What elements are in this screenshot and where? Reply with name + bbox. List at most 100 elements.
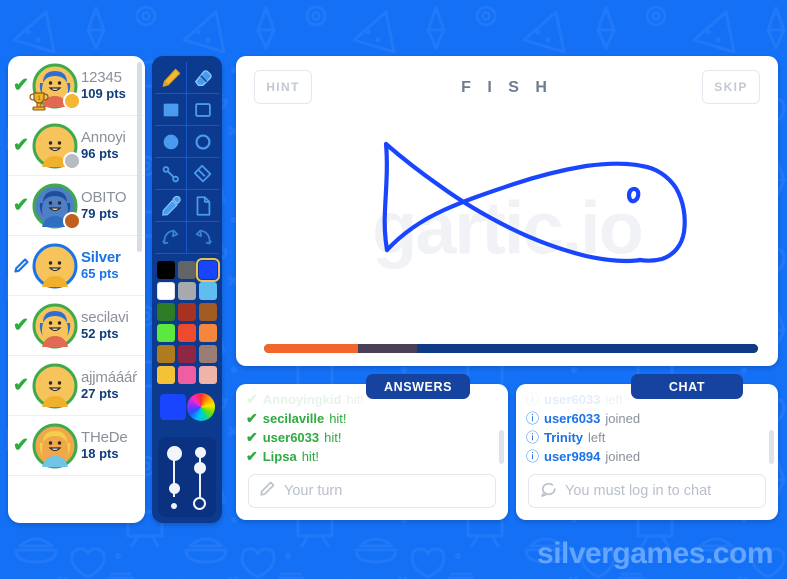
eraser-tool[interactable] xyxy=(187,62,219,94)
answer-message: ✔ secilaville hit! xyxy=(246,409,498,428)
slider-thumb[interactable] xyxy=(194,462,206,474)
player-points: 52 pts xyxy=(81,326,119,342)
outline-ellipse-tool[interactable] xyxy=(187,126,219,158)
avatar xyxy=(32,363,78,409)
color-swatch[interactable] xyxy=(178,366,196,384)
color-swatch[interactable] xyxy=(199,282,217,300)
message-author: user6033 xyxy=(544,392,601,407)
color-swatch[interactable] xyxy=(178,282,196,300)
message-action: hit! xyxy=(324,430,342,445)
eyedropper-tool[interactable] xyxy=(155,190,187,222)
player-meta: Silver 65 pts xyxy=(78,249,145,282)
player-row[interactable]: ✔ OBITO 79 pts xyxy=(8,176,145,236)
current-color-swatch[interactable] xyxy=(159,394,186,420)
brush-size-slider[interactable] xyxy=(162,445,186,511)
check-icon: ✔ xyxy=(246,391,258,407)
chat-input[interactable]: You must log in to chat xyxy=(528,474,766,508)
tab-chat[interactable]: CHAT xyxy=(631,374,743,399)
line-tool[interactable] xyxy=(155,158,187,190)
answer-input[interactable]: Your turn xyxy=(248,474,496,508)
chat-message: ⓘ Trinity left xyxy=(526,428,768,447)
filled-ellipse-tool[interactable] xyxy=(155,126,187,158)
guessed-check-icon: ✔ xyxy=(13,135,29,156)
outline-rectangle-tool[interactable] xyxy=(187,94,219,126)
player-row[interactable]: ✔ Annoyi 96 pts xyxy=(8,116,145,176)
color-swatch[interactable] xyxy=(178,261,196,279)
player-points: 109 pts xyxy=(81,86,126,102)
rank-coin-icon xyxy=(63,151,81,170)
answers-message-list[interactable]: ✔ Annoyingkid hit! ✔ secilaville hit! ✔ user603… xyxy=(246,390,498,472)
player-points: 79 pts xyxy=(81,206,119,222)
message-author: user6033 xyxy=(262,430,320,445)
undo-tool[interactable] xyxy=(155,222,187,254)
avatar xyxy=(32,243,78,289)
answers-scrollbar[interactable] xyxy=(499,430,504,464)
pencil-tool[interactable] xyxy=(155,62,187,94)
player-row[interactable]: ✔ ajjmáááŕ 27 pts xyxy=(8,356,145,416)
tab-answers[interactable]: ANSWERS xyxy=(366,374,470,399)
player-row[interactable]: Silver 65 pts xyxy=(8,236,145,296)
color-swatch[interactable] xyxy=(178,303,196,321)
slider-thumb[interactable] xyxy=(168,483,180,494)
color-swatch[interactable] xyxy=(178,345,196,363)
message-action: hit! xyxy=(346,392,364,407)
color-swatch[interactable] xyxy=(157,345,175,363)
drawer-pencil-icon xyxy=(10,257,32,274)
trophy-icon: 1 xyxy=(28,90,50,112)
player-list-scrollbar[interactable] xyxy=(137,62,142,252)
player-points: 18 pts xyxy=(81,446,119,462)
player-meta: THeDe 18 pts xyxy=(78,429,145,462)
color-wheel-icon[interactable] xyxy=(186,393,215,421)
color-controls xyxy=(155,393,219,421)
answer-message: ✔ user6033 hit! xyxy=(246,428,498,447)
color-swatch[interactable] xyxy=(178,324,196,342)
color-swatch[interactable] xyxy=(199,303,217,321)
info-icon: ⓘ xyxy=(526,392,540,407)
rank-coin-icon xyxy=(63,91,81,110)
site-brand: silvergames.com xyxy=(537,537,773,570)
message-author: Annoyingkid xyxy=(262,392,342,407)
gartic-game-root: ✔ 1 12345 109 pts ✔ Annoyi 96 pts ✔ OBITO 79 pts S… xyxy=(0,0,787,579)
player-name: OBITO xyxy=(81,189,127,207)
new-page-tool[interactable] xyxy=(187,190,219,222)
color-swatch[interactable] xyxy=(199,345,217,363)
slider-dot-solid xyxy=(194,447,206,458)
skip-button[interactable]: SKIP xyxy=(702,70,760,104)
player-name: Silver xyxy=(81,249,121,267)
fill-tool[interactable] xyxy=(187,158,219,190)
slider-dot-hollow xyxy=(193,497,206,510)
slider-dot-small xyxy=(171,503,177,509)
redo-tool[interactable] xyxy=(187,222,219,254)
answer-input-placeholder: Your turn xyxy=(284,483,343,499)
round-progress-bar xyxy=(264,344,758,353)
color-swatch[interactable] xyxy=(199,324,217,342)
check-icon: ✔ xyxy=(246,429,258,445)
avatar: 1 xyxy=(29,63,81,111)
player-row[interactable]: ✔ 1 12345 109 pts xyxy=(8,56,145,116)
player-name: secilavi xyxy=(81,309,129,327)
player-list-scroll-area[interactable]: ✔ 1 12345 109 pts ✔ Annoyi 96 pts ✔ OBITO 79 pts S… xyxy=(8,56,145,523)
word-display: F I S H xyxy=(461,79,553,96)
chat-scrollbar[interactable] xyxy=(769,430,774,464)
filled-rectangle-tool[interactable] xyxy=(155,94,187,126)
color-swatch[interactable] xyxy=(157,324,175,342)
chat-message-list[interactable]: ⓘ user6033 left ⓘ user6033 joined ⓘ Trinity left… xyxy=(526,390,768,472)
color-swatch[interactable] xyxy=(157,366,175,384)
player-row[interactable]: ✔ secilavi 52 pts xyxy=(8,296,145,356)
player-row[interactable]: ✔ THeDe 18 pts xyxy=(8,416,145,476)
color-swatch[interactable] xyxy=(157,303,175,321)
player-meta: ajjmáááŕ 27 pts xyxy=(78,369,145,402)
player-points: 96 pts xyxy=(81,146,119,162)
drawing-canvas[interactable]: gartic.io xyxy=(236,114,778,342)
message-action: hit! xyxy=(329,411,347,426)
message-author: secilaville xyxy=(262,411,325,426)
color-swatch[interactable] xyxy=(157,261,175,279)
brush-opacity-slider[interactable] xyxy=(188,445,212,511)
player-meta: OBITO 79 pts xyxy=(78,189,145,222)
color-swatch[interactable] xyxy=(199,366,217,384)
message-author: Trinity xyxy=(544,430,584,445)
color-swatch[interactable] xyxy=(196,258,220,282)
color-swatch[interactable] xyxy=(157,282,175,300)
guessed-check-icon: ✔ xyxy=(13,195,29,216)
player-name: 12345 xyxy=(81,69,122,87)
